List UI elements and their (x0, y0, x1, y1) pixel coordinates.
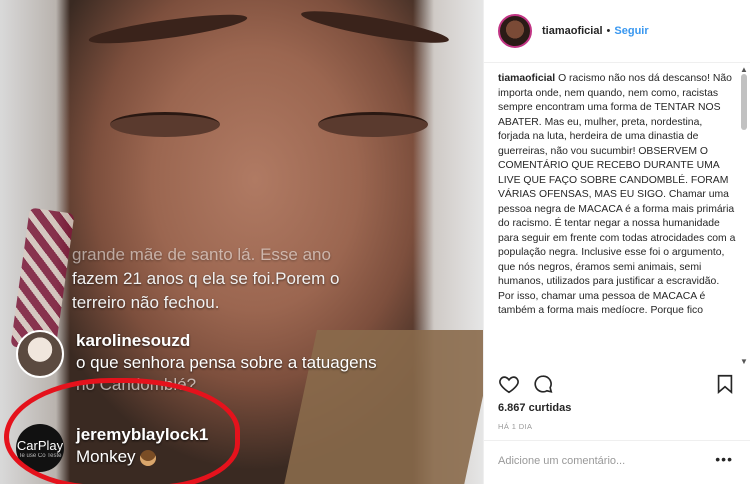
live-overlay-line-3: terreiro não fechou. (72, 293, 220, 312)
left-eye (110, 112, 220, 137)
bookmark-icon[interactable] (714, 373, 736, 395)
comment-text: o que senhora pensa sobre a tatuagens (76, 353, 377, 372)
red-highlight-circle (4, 378, 240, 484)
post-header: tiamaoficial • Seguir (484, 0, 750, 63)
live-video-frame: grande mãe de santo lá. Esse ano fazem 2… (0, 0, 483, 484)
likes-count[interactable]: 6.867 curtidas (498, 402, 571, 414)
live-overlay-line-1: grande mãe de santo lá. Esse ano (72, 245, 331, 264)
caption-text: O racismo não nos dá descanso! Não impor… (498, 73, 736, 316)
post-actions (498, 373, 738, 397)
post-username[interactable]: tiamaoficial (542, 25, 603, 37)
scroll-up-icon[interactable]: ▲ (740, 66, 748, 74)
right-eye (318, 112, 428, 137)
avatar (16, 330, 64, 378)
profile-avatar[interactable] (498, 14, 532, 48)
caption-scrollbar[interactable]: ▲ ▼ (739, 66, 749, 366)
post-panel: tiamaoficial • Seguir tiamaoficial O rac… (483, 0, 750, 484)
heart-icon[interactable] (498, 373, 520, 395)
caption-username[interactable]: tiamaoficial (498, 73, 555, 84)
post-timestamp[interactable]: HÁ 1 DIA (498, 422, 532, 431)
comment-icon[interactable] (532, 373, 554, 395)
live-overlay-line-2: fazem 21 anos q ela se foi.Porem o (72, 269, 340, 288)
scroll-thumb[interactable] (741, 74, 747, 130)
separator-dot: • (606, 25, 611, 37)
scroll-down-icon[interactable]: ▼ (740, 358, 748, 366)
left-eyebrow (87, 8, 249, 50)
add-comment-bar: Adicione um comentário... ••• (484, 440, 750, 485)
more-options-icon[interactable]: ••• (715, 451, 733, 467)
post-caption: tiamaoficial O racismo não nos dá descan… (498, 72, 736, 362)
follow-button[interactable]: Seguir (614, 25, 648, 37)
comment-username: karolinesouzd (76, 331, 191, 350)
comment-input[interactable]: Adicione um comentário... (498, 455, 625, 467)
